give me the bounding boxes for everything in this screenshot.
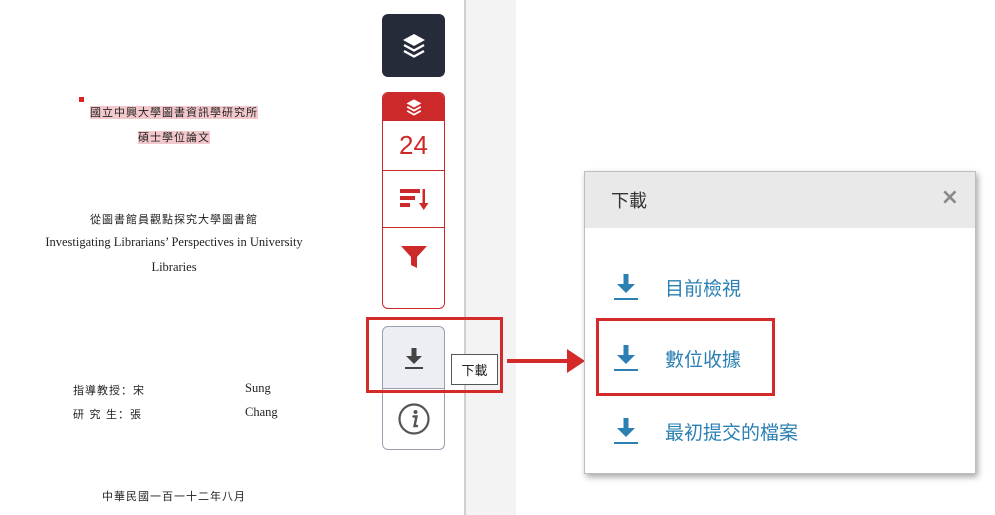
download-icon [611,415,641,447]
highlight-frame-download [366,317,503,393]
download-original-file[interactable]: 最初提交的檔案 [611,415,798,447]
sort-descending-icon [399,189,428,210]
thesis-title-en-line2: Libraries [151,260,197,274]
search-tools-panel: 24 [382,92,445,309]
filter-icon [400,246,427,268]
degree-title: 碩士學位論文 [138,131,210,144]
search-results-header[interactable] [383,93,444,121]
callout-arrow-line [507,359,569,363]
layers-button[interactable] [382,14,445,77]
advisor-name: Sung [245,381,271,395]
download-current-view[interactable]: 目前檢視 [611,271,741,303]
student-label: 研 究 生：張 [73,408,142,421]
dialog-title: 下載 [611,191,647,212]
callout-arrow-head [567,349,585,373]
download-icon [611,271,641,303]
filter-button[interactable] [383,228,444,308]
info-button[interactable] [382,389,445,450]
close-icon[interactable]: × [941,185,959,210]
thesis-title-cn: 從圖書館員觀點探究大學圖書館 [90,213,258,226]
option-label: 最初提交的檔案 [665,421,799,444]
annotation-marker[interactable] [79,97,84,102]
university-title: 國立中興大學圖書資訊學研究所 [90,106,258,119]
hit-count[interactable]: 24 [383,121,444,171]
thesis-title-en-line1: Investigating Librarians’ Perspectives i… [45,235,303,249]
layers-icon [402,33,425,58]
option-label: 目前檢視 [665,277,742,300]
info-icon [397,403,430,435]
dialog-header: 下載 × [585,172,975,228]
layers-icon [406,98,421,116]
viewer-background [466,0,516,515]
thesis-date: 中華民國一百一十二年八月 [102,490,246,503]
highlight-frame-receipt [596,318,775,396]
advisor-label: 指導教授：宋 [73,384,145,397]
student-name: Chang [245,405,278,419]
sort-button[interactable] [383,171,444,228]
